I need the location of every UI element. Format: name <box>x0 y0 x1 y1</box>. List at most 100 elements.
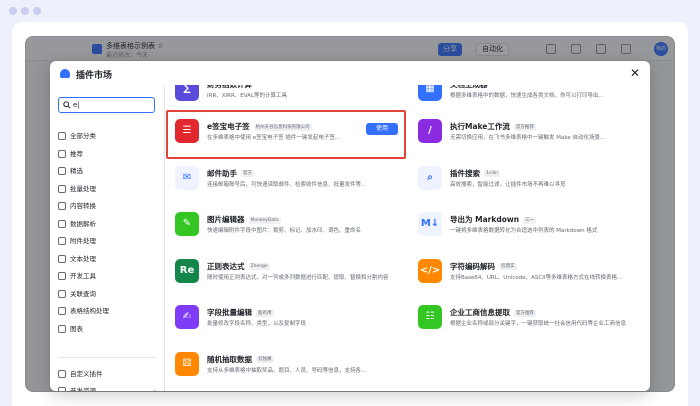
plugin-name: 企业工商信息提取 官方推荐 <box>450 307 536 318</box>
plugin-card[interactable]: ✉ 邮件助手 官方 连接邮箱账号后，可快速读取邮件、检索收件信息、批量发件等... <box>175 165 405 216</box>
plugin-icon: / <box>418 119 442 143</box>
plugin-author-badge: Zhenge <box>248 263 270 270</box>
sidebar-item-label: 推荐 <box>70 149 83 158</box>
puzzle-icon <box>58 370 66 378</box>
custom-plugin-link[interactable]: 自定义插件 <box>58 367 158 381</box>
plugin-author-badge: 官方推荐 <box>513 123 536 131</box>
sidebar-item-label: 图表 <box>70 324 83 333</box>
plugin-name: 插件搜索 1cilin <box>450 168 500 179</box>
sidebar-footer-label: 开发资源 <box>70 387 96 391</box>
plugin-card[interactable]: </> 字符编码解码 云鼎实 支持Base64、URL、Unicode、ASCII等多… <box>418 258 648 309</box>
plugin-description: 无需切换应用，在飞书多维表格中一键触发 Make 自动化场景... <box>450 135 606 141</box>
sidebar-item[interactable]: 附件处理 <box>58 234 158 248</box>
plugin-description: 高效搜索，智能过滤，让插件市场不再难以寻觅 <box>450 181 566 188</box>
close-icon[interactable]: ✕ <box>628 66 642 80</box>
plugin-icon: M↓ <box>418 212 442 236</box>
sidebar-item-label: 关联查询 <box>70 289 96 298</box>
sidebar-item-label: 批量处理 <box>70 184 96 193</box>
sidebar-item[interactable]: 图表 <box>58 322 158 336</box>
plugin-name: 执行Make工作流 官方推荐 <box>450 121 536 132</box>
plugin-card[interactable]: ☷ 企业工商信息提取 官方推荐 根据企业名称或部分关键字，一键获取统一社会信用代码等企… <box>418 305 648 355</box>
dev-resources-link[interactable]: 开发资源 › <box>58 384 158 391</box>
plugin-icon: ☷ <box>418 305 442 329</box>
category-icon <box>58 202 66 210</box>
sidebar-item[interactable]: 关联查询 <box>58 287 158 301</box>
plugin-description: 随时使用正则表达式，对一列或多列数据进行匹配、提取、替换和分割内容 <box>207 274 389 281</box>
category-sidebar: 全部分类推荐精选批量处理内容转换数据解析附件处理文本处理开发工具关联查询表格结构… <box>50 85 165 391</box>
sidebar-item[interactable]: 批量处理 <box>58 182 158 196</box>
sidebar-item-label: 附件处理 <box>70 237 96 245</box>
modal-title: 插件市场 <box>76 71 113 81</box>
plugin-icon: ✍ <box>175 305 199 329</box>
plugin-name-text: 邮件助手 <box>207 168 237 178</box>
plugin-card[interactable]: ✍ 字段批量编辑 超有用批量修改字段名称、类型，以及复制字段 <box>175 305 405 355</box>
sidebar-item-label: 开发工具 <box>70 272 96 280</box>
plugin-description: IRR、XIRR、EVAL等的计算工具 <box>207 93 288 99</box>
plugin-card[interactable]: ✎ 图片编辑器 MonkeyData 快速编辑附件字段中图片：裁剪、标记、加水印、调色… <box>175 212 405 262</box>
sidebar-divider <box>58 357 156 358</box>
sidebar-item-label: 表格结构处理 <box>70 307 109 315</box>
category-icon <box>58 167 66 175</box>
sidebar-item-label: 文本处理 <box>70 254 96 263</box>
sidebar-footer-label: 自定义插件 <box>70 370 103 378</box>
category-icon <box>58 184 66 193</box>
plugin-icon: </> <box>418 258 442 283</box>
plugin-name: 财务函数计算 <box>207 85 252 90</box>
plugin-description: 批量修改字段名称、类型，以及复制字段 <box>207 321 307 327</box>
plugin-card[interactable]: / 执行Make工作流 官方推荐无需切换应用，在飞书多维表格中一键触发 Make 自… <box>418 119 648 169</box>
plugin-icon: ⌕ <box>418 165 442 190</box>
plugin-author-badge: MonkeyData <box>248 216 281 224</box>
plugin-name-text: 财务函数计算 <box>207 85 252 89</box>
sidebar-item-label: 数据解析 <box>70 219 96 228</box>
sidebar-item[interactable]: 内容转换 <box>58 199 158 213</box>
plugin-name-text: 字符编码解码 <box>450 261 495 271</box>
plugin-icon: ✉ <box>175 165 199 190</box>
plugin-description: 快速编辑附件字段中图片：裁剪、标记、加水印、调色、重命名 <box>207 228 362 234</box>
category-icon <box>58 132 66 140</box>
category-icon <box>58 219 66 228</box>
search-box[interactable] <box>58 97 155 113</box>
plugin-card[interactable]: ⚄ 随机抽取数据 云独赛 支持从多维表格中抽取奖品、题目、人员、号码等信息，支持各..… <box>175 351 405 392</box>
modal-header: 插件市场 ✕ <box>50 61 650 85</box>
plugin-author-badge: 三一 <box>523 216 537 224</box>
plugin-author-badge: 云独赛 <box>256 356 274 363</box>
plugin-card[interactable]: ⌕ 插件搜索 1cilin 高效搜索，智能过滤，让插件市场不再难以寻觅 <box>418 165 648 216</box>
chevron-right-icon: › <box>153 387 156 391</box>
sidebar-item[interactable]: 全部分类 <box>58 129 158 143</box>
sidebar-item-label: 精选 <box>70 167 83 175</box>
sidebar-item[interactable]: 表格结构处理 <box>58 304 158 318</box>
sidebar-item[interactable]: 数据解析 <box>58 217 158 231</box>
window-close-dot[interactable] <box>9 7 17 15</box>
sidebar-item[interactable]: 精选 <box>58 164 158 178</box>
plugin-author-badge: 云鼎实 <box>499 263 517 270</box>
window-minimize-dot[interactable] <box>21 7 29 15</box>
plugin-description: 根据多维表格中的数据，快速生成各类文档，你可以打印导出... <box>450 93 604 99</box>
category-icon <box>58 237 66 245</box>
sidebar-item[interactable]: 开发工具 <box>58 269 158 283</box>
plugin-icon: ∑ <box>175 85 199 101</box>
code-icon <box>58 387 66 391</box>
category-icon <box>58 149 66 158</box>
search-input[interactable] <box>73 99 153 111</box>
plugin-name: 字符编码解码 云鼎实 <box>450 261 517 272</box>
window-maximize-dot[interactable] <box>33 7 41 15</box>
sidebar-item[interactable]: 推荐 <box>58 147 158 161</box>
plugin-card[interactable]: M↓ 导出为 Markdown 三一 一键将多维表格数据转化为合适选中列表的 Mark… <box>418 212 648 262</box>
plugin-name: 字段批量编辑 超有用 <box>207 307 274 318</box>
browser-chrome <box>0 0 700 22</box>
plugin-name-text: 文档生成器 <box>450 85 488 89</box>
plugin-card[interactable]: Re 正则表达式 Zhenge 随时使用正则表达式，对一列或多列数据进行匹配、提取、替… <box>175 258 405 309</box>
plugin-icon: Re <box>175 258 199 283</box>
plugin-name-text: 执行Make工作流 <box>450 122 510 131</box>
plugin-author-badge: 超有用 <box>256 309 274 317</box>
category-icon <box>58 272 66 280</box>
search-icon <box>63 101 71 109</box>
category-icon <box>58 324 66 333</box>
plugin-icon: ▦ <box>418 85 442 101</box>
sidebar-item[interactable]: 文本处理 <box>58 252 158 266</box>
plugin-name: 文档生成器 <box>450 85 488 90</box>
plugin-name-text: 导出为 Markdown <box>450 215 520 224</box>
plugin-name-text: 字段批量编辑 <box>207 308 252 317</box>
plugin-name-text: 插件搜索 <box>450 168 480 178</box>
plugin-author-badge: 官方 <box>241 170 254 177</box>
